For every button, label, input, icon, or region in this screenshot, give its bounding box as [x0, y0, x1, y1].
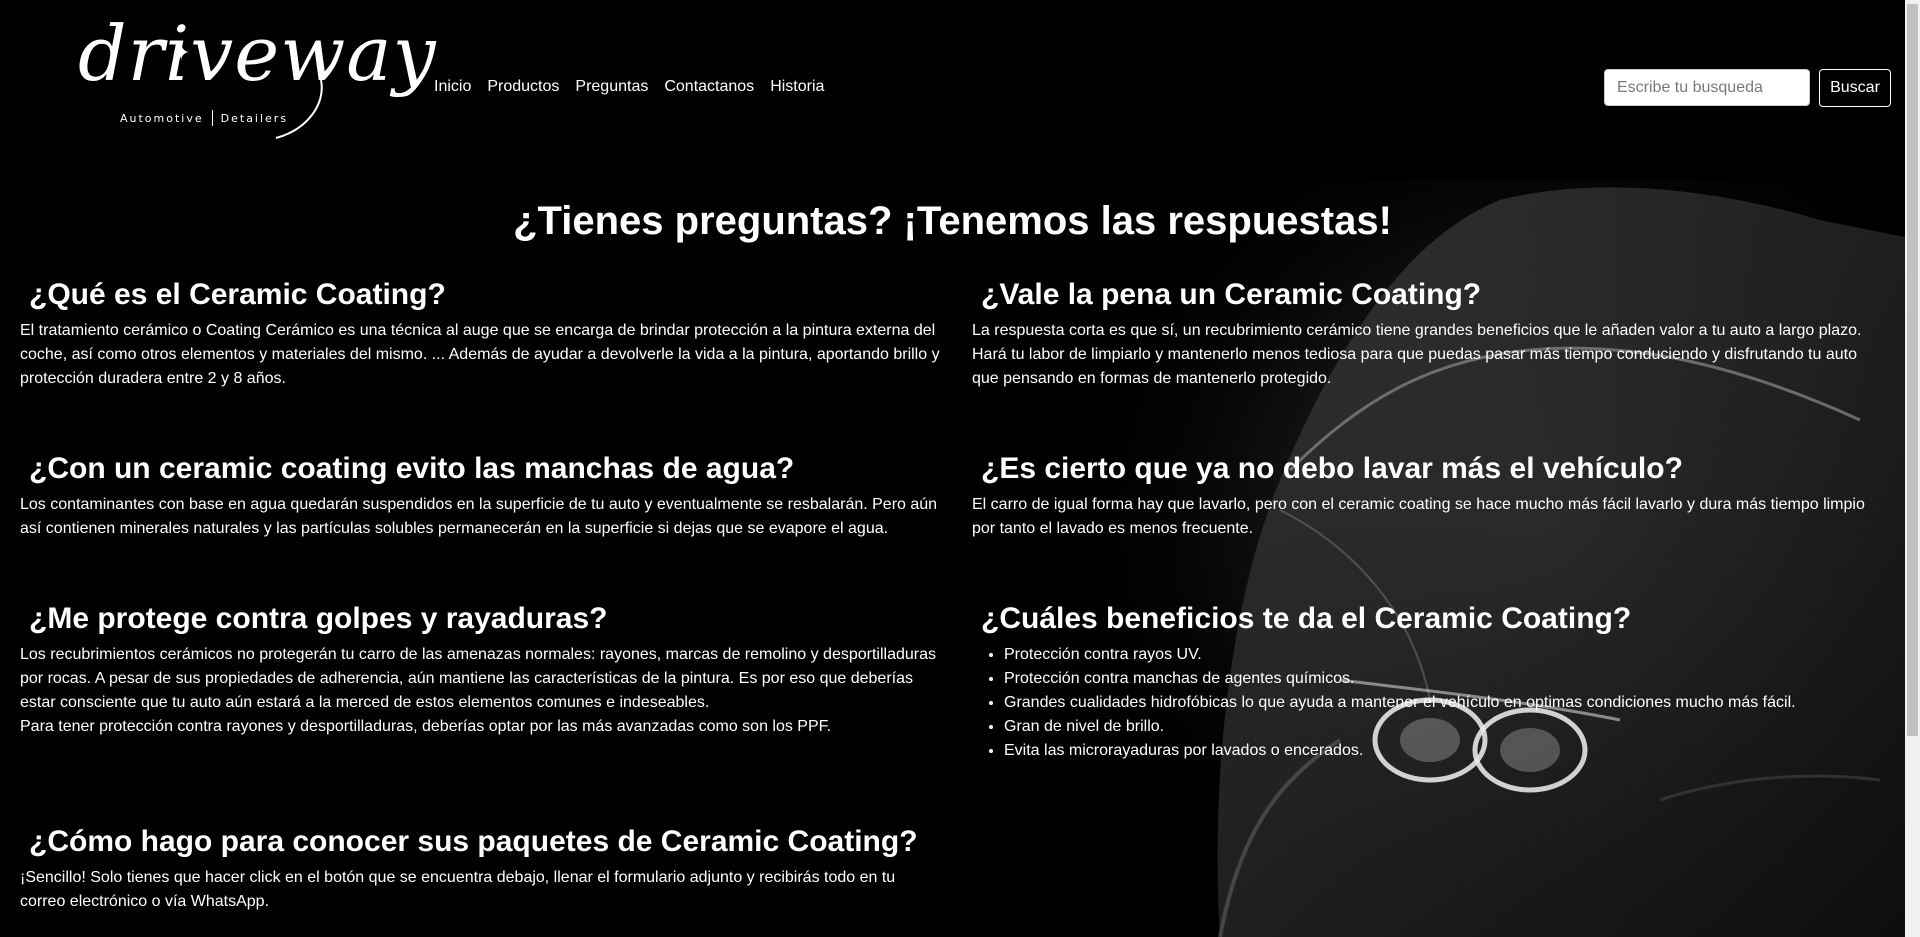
- nav-link-historia[interactable]: Historia: [770, 78, 824, 96]
- nav-link-productos[interactable]: Productos: [487, 78, 559, 96]
- faq-question: ¿Con un ceramic coating evito las mancha…: [29, 452, 795, 485]
- sparkle-icon: ✦: [172, 40, 191, 65]
- logo-tagline-left: Automotive: [120, 111, 204, 125]
- list-item: Evita las microrayaduras por lavados o e…: [1004, 739, 1872, 763]
- search-button[interactable]: Buscar: [1819, 69, 1891, 107]
- scrollbar-thumb[interactable]: [1907, 4, 1918, 736]
- vertical-scrollbar[interactable]: [1905, 0, 1920, 937]
- faq-item: ¿Con un ceramic coating evito las mancha…: [20, 449, 940, 541]
- faq-question: ¿Es cierto que ya no debo lavar más el v…: [981, 452, 1683, 485]
- nav-link-contactanos[interactable]: Contactanos: [664, 78, 754, 96]
- logo-tagline-right: Detailers: [220, 111, 289, 125]
- faq-item: ¿Cuáles beneficios te da el Ceramic Coat…: [972, 599, 1872, 763]
- list-item: Protección contra manchas de agentes quí…: [1004, 667, 1872, 691]
- benefits-list: Protección contra rayos UV. Protección c…: [972, 643, 1872, 763]
- logo-divider: [211, 110, 213, 126]
- list-item: Grandes cualidades hidrofóbicas lo que a…: [1004, 691, 1872, 715]
- faq-item: ¿Me protege contra golpes y rayaduras? L…: [20, 599, 940, 739]
- faq-item: ¿Es cierto que ya no debo lavar más el v…: [972, 449, 1872, 541]
- faq-question: ¿Vale la pena un Ceramic Coating?: [981, 278, 1482, 311]
- search-form: Buscar: [1604, 69, 1891, 107]
- faq-question: ¿Cómo hago para conocer sus paquetes de …: [29, 825, 918, 858]
- nav-link-inicio[interactable]: Inicio: [434, 78, 471, 96]
- faq-answer: Los recubrimientos cerámicos no proteger…: [20, 646, 936, 711]
- faq-answer: El tratamiento cerámico o Coating Cerámi…: [20, 322, 940, 387]
- list-item: Gran de nivel de brillo.: [1004, 715, 1872, 739]
- faq-answer: ¡Sencillo! Solo tienes que hacer click e…: [20, 869, 896, 910]
- faq-item: ¿Qué es el Ceramic Coating? El tratamien…: [20, 275, 940, 391]
- search-input[interactable]: [1604, 69, 1810, 106]
- list-item: Protección contra rayos UV.: [1004, 643, 1872, 667]
- nav-link-preguntas[interactable]: Preguntas: [575, 78, 648, 96]
- faq-answer-extra: Para tener protección contra rayones y d…: [20, 718, 832, 735]
- faq-question: ¿Cuáles beneficios te da el Ceramic Coat…: [981, 602, 1632, 635]
- navbar: driveway ✦ Automotive Detailers Inicio P…: [0, 0, 1905, 176]
- faq-page: driveway ✦ Automotive Detailers Inicio P…: [0, 0, 1920, 937]
- faq-item: ¿Vale la pena un Ceramic Coating? La res…: [972, 275, 1872, 391]
- faq-answer: La respuesta corta es que sí, un recubri…: [972, 322, 1862, 387]
- page-title: ¿Tienes preguntas? ¡Tenemos las respuest…: [513, 199, 1392, 243]
- faq-question: ¿Qué es el Ceramic Coating?: [29, 278, 446, 311]
- brand-logo[interactable]: driveway ✦ Automotive Detailers: [76, 16, 436, 140]
- faq-answer: Los contaminantes con base en agua queda…: [20, 496, 938, 537]
- faq-content: ¿Tienes preguntas? ¡Tenemos las respuest…: [0, 195, 1905, 910]
- main-nav: Inicio Productos Preguntas Contactanos H…: [434, 78, 824, 96]
- faq-item: ¿Cómo hago para conocer sus paquetes de …: [20, 822, 940, 914]
- faq-answer: El carro de igual forma hay que lavarlo,…: [972, 496, 1865, 537]
- faq-question: ¿Me protege contra golpes y rayaduras?: [29, 602, 608, 635]
- logo-tagline: Automotive Detailers: [120, 110, 288, 126]
